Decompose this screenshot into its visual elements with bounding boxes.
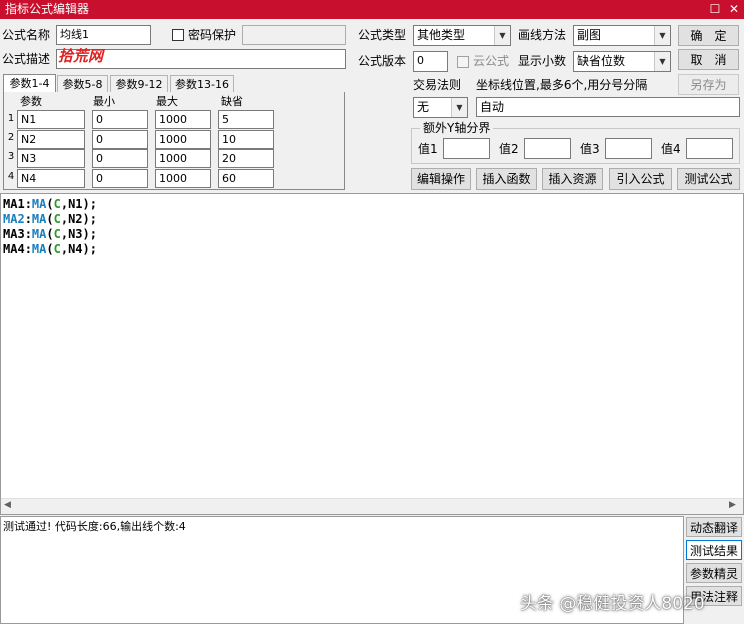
param-name-input[interactable]: N3 [17, 149, 85, 168]
edit-operation-button[interactable]: 编辑操作 [411, 168, 471, 190]
draw-method-select[interactable]: 副图 ▼ [573, 25, 671, 46]
param-max-input[interactable]: 1000 [155, 149, 211, 168]
param-name-input[interactable]: N4 [17, 169, 85, 188]
code-line: MA4:MA(C,N4); [3, 242, 97, 256]
save-as-button[interactable]: 另存为 [678, 74, 739, 95]
y-axis-value2-label: 值2 [499, 142, 519, 156]
param-name-input[interactable]: N2 [17, 130, 85, 149]
y-axis-value1-input[interactable] [443, 138, 490, 159]
y-axis-value1-label: 值1 [418, 142, 438, 156]
param-max-input[interactable]: 1000 [155, 169, 211, 188]
test-result-message: 测试通过! 代码长度:66,输出线个数:4 [3, 520, 186, 533]
param-default-input[interactable]: 20 [218, 149, 274, 168]
title-bar: 指标公式编辑器 [0, 0, 744, 19]
axis-position-label: 坐标线位置,最多6个,用分号分隔 [476, 78, 648, 92]
close-icon[interactable]: ✕ [724, 0, 744, 19]
cloud-formula-label: 云公式 [473, 54, 510, 68]
code-line: MA1:MA(C,N1); [3, 197, 97, 211]
tab-params-13-16[interactable]: 参数13-16 [170, 75, 234, 92]
chevron-down-icon: ▼ [654, 52, 670, 71]
insert-function-button[interactable]: 插入函数 [476, 168, 537, 190]
param-min-input[interactable]: 0 [92, 169, 148, 188]
formula-desc-label: 公式描述 [2, 52, 51, 66]
formula-name-input[interactable]: 均线1 [56, 25, 151, 45]
param-header-default: 缺省 [221, 95, 243, 108]
formula-version-input[interactable]: 0 [413, 51, 448, 72]
cloud-formula-checkbox[interactable] [457, 56, 469, 68]
draw-method-label: 画线方法 [518, 28, 567, 42]
param-min-input[interactable]: 0 [92, 110, 148, 129]
chevron-down-icon: ▼ [451, 98, 467, 117]
decimal-label: 显示小数 [518, 54, 567, 68]
param-wizard-button[interactable]: 参数精灵 [686, 563, 742, 583]
horizontal-scrollbar[interactable]: ◀ ▶ [1, 498, 743, 514]
code-line: MA3:MA(C,N3); [3, 227, 97, 241]
param-max-input[interactable]: 1000 [155, 110, 211, 129]
cancel-button[interactable]: 取 消 [678, 49, 739, 70]
y-axis-value3-label: 值3 [580, 142, 600, 156]
restore-icon[interactable]: ☐ [705, 0, 725, 19]
chevron-down-icon: ▼ [654, 26, 670, 45]
logo-text: 拾荒网 [58, 47, 104, 65]
ok-button[interactable]: 确 定 [678, 25, 739, 46]
axis-position-input[interactable]: 自动 [476, 97, 740, 117]
formula-name-label: 公式名称 [2, 28, 51, 42]
password-input[interactable] [242, 25, 346, 45]
formula-type-value: 其他类型 [417, 28, 466, 42]
test-formula-button[interactable]: 测试公式 [677, 168, 740, 190]
scroll-left-icon[interactable]: ◀ [4, 500, 11, 510]
window-title: 指标公式编辑器 [5, 2, 90, 16]
param-row-index: 4 [7, 171, 15, 182]
param-row-index: 1 [7, 113, 15, 124]
password-checkbox[interactable] [172, 29, 184, 41]
import-formula-button[interactable]: 引入公式 [609, 168, 672, 190]
param-max-input[interactable]: 1000 [155, 130, 211, 149]
param-min-input[interactable]: 0 [92, 130, 148, 149]
password-label: 密码保护 [188, 28, 237, 42]
trading-rule-value: 无 [417, 100, 430, 114]
param-default-input[interactable]: 5 [218, 110, 274, 129]
param-row-index: 2 [7, 132, 15, 143]
code-editor[interactable]: MA1:MA(C,N1); MA2:MA(C,N2); MA3:MA(C,N3)… [0, 193, 744, 515]
dynamic-translate-button[interactable]: 动态翻译 [686, 517, 742, 537]
param-row-index: 3 [7, 151, 15, 162]
trading-rule-select[interactable]: 无 ▼ [413, 97, 468, 118]
formula-version-label: 公式版本 [358, 54, 407, 68]
param-name-input[interactable]: N1 [17, 110, 85, 129]
decimal-value: 缺省位数 [577, 54, 626, 68]
watermark-text: 头条 @稳健投资人8020 [520, 594, 705, 614]
chevron-down-icon: ▼ [494, 26, 510, 45]
tab-params-9-12[interactable]: 参数9-12 [110, 75, 168, 92]
trading-rule-label: 交易法则 [413, 78, 462, 92]
decimal-select[interactable]: 缺省位数 ▼ [573, 51, 671, 72]
draw-method-value: 副图 [577, 28, 602, 42]
tab-params-5-8[interactable]: 参数5-8 [57, 75, 108, 92]
tab-params-1-4[interactable]: 参数1-4 [3, 74, 56, 92]
param-header-max: 最大 [156, 95, 178, 108]
param-default-input[interactable]: 60 [218, 169, 274, 188]
code-line: MA2:MA(C,N2); [3, 212, 97, 226]
y-axis-value4-input[interactable] [686, 138, 733, 159]
y-axis-value2-input[interactable] [524, 138, 571, 159]
param-default-input[interactable]: 10 [218, 130, 274, 149]
param-min-input[interactable]: 0 [92, 149, 148, 168]
formula-type-label: 公式类型 [358, 28, 407, 42]
y-axis-value4-label: 值4 [661, 142, 681, 156]
insert-resource-button[interactable]: 插入资源 [542, 168, 603, 190]
test-result-button[interactable]: 测试结果 [686, 540, 742, 560]
y-axis-group-label: 额外Y轴分界 [420, 118, 494, 138]
formula-type-select[interactable]: 其他类型 ▼ [413, 25, 511, 46]
y-axis-value3-input[interactable] [605, 138, 652, 159]
param-header-min: 最小 [93, 95, 115, 108]
scroll-right-icon[interactable]: ▶ [729, 500, 736, 510]
param-header-name: 参数 [20, 95, 42, 108]
